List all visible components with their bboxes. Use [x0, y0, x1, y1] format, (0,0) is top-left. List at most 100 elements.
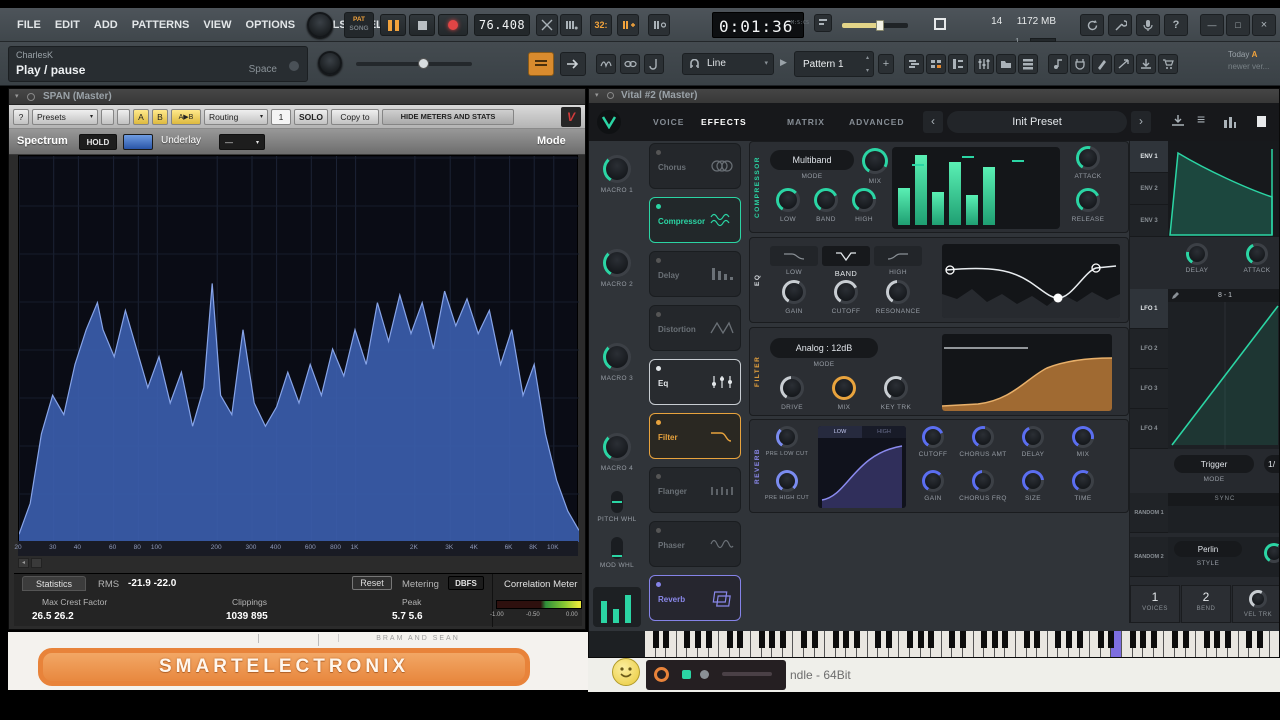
record-button[interactable] — [438, 14, 468, 36]
span-help-button[interactable]: ? — [13, 108, 29, 125]
piano-key-black[interactable] — [1097, 631, 1104, 648]
piano-key-black[interactable] — [1214, 631, 1221, 648]
vital-titlebar[interactable]: ▾ Vital #2 (Master) — [589, 89, 1279, 103]
lfo-grid-selector[interactable]: 8 - 1 — [1168, 289, 1279, 302]
reverb-cutoff-knob[interactable] — [922, 426, 944, 448]
fx-flanger[interactable]: Flanger — [649, 467, 741, 513]
menu-edit[interactable]: EDIT — [48, 8, 87, 42]
channel-display[interactable]: 1 — [271, 108, 291, 125]
filter-keytrack-knob[interactable] — [884, 376, 908, 400]
reverb-chorusfrq-knob[interactable] — [972, 470, 994, 492]
piano-key-black[interactable] — [737, 631, 744, 648]
reverb-graph-low-tab[interactable]: LOW — [818, 426, 862, 438]
fx-reverb[interactable]: Reverb — [649, 575, 741, 621]
minimize-button[interactable]: — — [1200, 14, 1224, 36]
piano-key-black[interactable] — [695, 631, 701, 648]
eq-graph[interactable] — [942, 244, 1120, 318]
piano-key-black[interactable] — [811, 631, 818, 648]
link-icon[interactable] — [620, 54, 640, 74]
piano-key-black[interactable] — [960, 631, 966, 648]
shuffle-slider[interactable] — [842, 20, 908, 31]
microphone-icon[interactable] — [1136, 14, 1160, 36]
menu-patterns[interactable]: PATTERNS — [125, 8, 197, 42]
reverb-time-knob[interactable] — [1072, 470, 1094, 492]
random2-tab[interactable]: RANDOM 2 — [1130, 537, 1168, 577]
output-meter-icon[interactable] — [1223, 115, 1237, 133]
preset-next-button[interactable] — [117, 108, 130, 125]
main-pitch-knob[interactable] — [318, 51, 342, 75]
ab-copy-button[interactable]: A▶B — [171, 108, 201, 125]
compressor-mode-dropdown[interactable]: Multiband — [770, 150, 854, 170]
maximize-button[interactable]: □ — [1226, 14, 1250, 36]
collapse-icon[interactable]: ▾ — [595, 91, 599, 99]
lfo1-tab[interactable]: LFO 1 — [1130, 289, 1168, 329]
filter-drive-knob[interactable] — [780, 376, 804, 400]
veltrk-knob[interactable] — [1249, 590, 1267, 608]
brush-icon[interactable] — [1092, 54, 1112, 74]
plugin-knob-gray[interactable] — [700, 670, 709, 679]
voxengo-logo[interactable]: V — [561, 107, 581, 127]
reverb-prehighcut-knob[interactable] — [776, 470, 798, 492]
help-button[interactable]: ? — [1164, 14, 1188, 36]
filter-graph[interactable] — [942, 334, 1112, 411]
piano-key-black[interactable] — [907, 631, 913, 648]
save-preset-icon[interactable] — [1171, 114, 1185, 133]
lfo3-tab[interactable]: LFO 3 — [1130, 369, 1168, 409]
piano-key-black[interactable] — [779, 631, 786, 648]
gear-icon[interactable] — [27, 93, 35, 101]
power-led[interactable] — [656, 366, 661, 371]
filter-mode-dropdown[interactable]: Analog : 12dB — [770, 338, 878, 358]
random-style-dropdown[interactable]: Perlin — [1174, 541, 1242, 557]
piano-key-black[interactable] — [801, 631, 807, 648]
underlay-dropdown[interactable]: — ▾ — [219, 134, 265, 150]
fx-distortion[interactable]: Distortion — [649, 305, 741, 351]
preset-prev-button[interactable] — [101, 108, 114, 125]
piano-key-black[interactable] — [875, 631, 882, 648]
fx-chorus[interactable]: Chorus — [649, 143, 741, 189]
piano-key-black[interactable] — [1129, 631, 1136, 648]
bend-cell[interactable]: 2 BEND — [1181, 585, 1231, 623]
lfo4-tab[interactable]: LFO 4 — [1130, 409, 1168, 449]
snap-selector[interactable]: Line ▾ — [682, 53, 774, 75]
env-attack-knob[interactable] — [1246, 243, 1268, 265]
menu-file[interactable]: FILE — [10, 8, 48, 42]
piano-key-black[interactable] — [726, 631, 733, 648]
eq-gain-knob[interactable] — [782, 280, 806, 304]
lfo-trigger-dropdown[interactable]: Trigger — [1174, 455, 1254, 473]
arrow-icon[interactable] — [560, 52, 586, 76]
collapse-icon[interactable]: ▾ — [15, 92, 19, 100]
macro-mini-sliders[interactable] — [593, 587, 641, 627]
piano-key-black[interactable] — [949, 631, 956, 648]
reverb-gain-knob[interactable] — [922, 470, 944, 492]
cart-icon[interactable] — [1158, 54, 1178, 74]
reverb-chorusamt-knob[interactable] — [972, 426, 994, 448]
add-pattern-button[interactable]: + — [878, 54, 894, 74]
compressor-attack-knob[interactable] — [1076, 146, 1100, 170]
main-volume-slider[interactable] — [356, 58, 472, 69]
preset-name[interactable]: Init Preset — [947, 111, 1127, 133]
step-sequencer-icon[interactable] — [926, 54, 946, 74]
eq-band-band-tab[interactable] — [822, 246, 870, 266]
piano-key-black[interactable] — [684, 631, 691, 648]
piano-key-black[interactable] — [1246, 631, 1253, 648]
piano-key-black[interactable] — [981, 631, 988, 648]
metering-value-button[interactable]: DBFS — [448, 576, 484, 590]
vital-logo[interactable] — [597, 110, 621, 134]
step-edit-icon[interactable] — [560, 14, 582, 36]
piano-key-black[interactable] — [663, 631, 670, 648]
eq-high-band-tab[interactable] — [874, 246, 922, 266]
veltrk-cell[interactable]: VEL TRK — [1232, 585, 1279, 623]
pattern-down-icon[interactable]: ▾ — [866, 67, 869, 74]
power-led[interactable] — [656, 204, 661, 209]
power-led[interactable] — [656, 528, 661, 533]
power-led[interactable] — [656, 258, 661, 263]
piano-key-black[interactable] — [1225, 631, 1231, 648]
time-display[interactable]: 0:01:36 M:S:CS — [712, 12, 809, 38]
browser-icon[interactable] — [996, 54, 1016, 74]
main-volume-slider-handle[interactable] — [418, 58, 429, 69]
menu-icon[interactable]: ≡ — [1197, 111, 1205, 127]
scroll-left-button[interactable]: ◂ — [18, 558, 29, 568]
piano-key-black[interactable] — [843, 631, 850, 648]
piano-key-white-59[interactable] — [1270, 631, 1279, 657]
tab-effects[interactable]: EFFECTS — [701, 103, 747, 141]
